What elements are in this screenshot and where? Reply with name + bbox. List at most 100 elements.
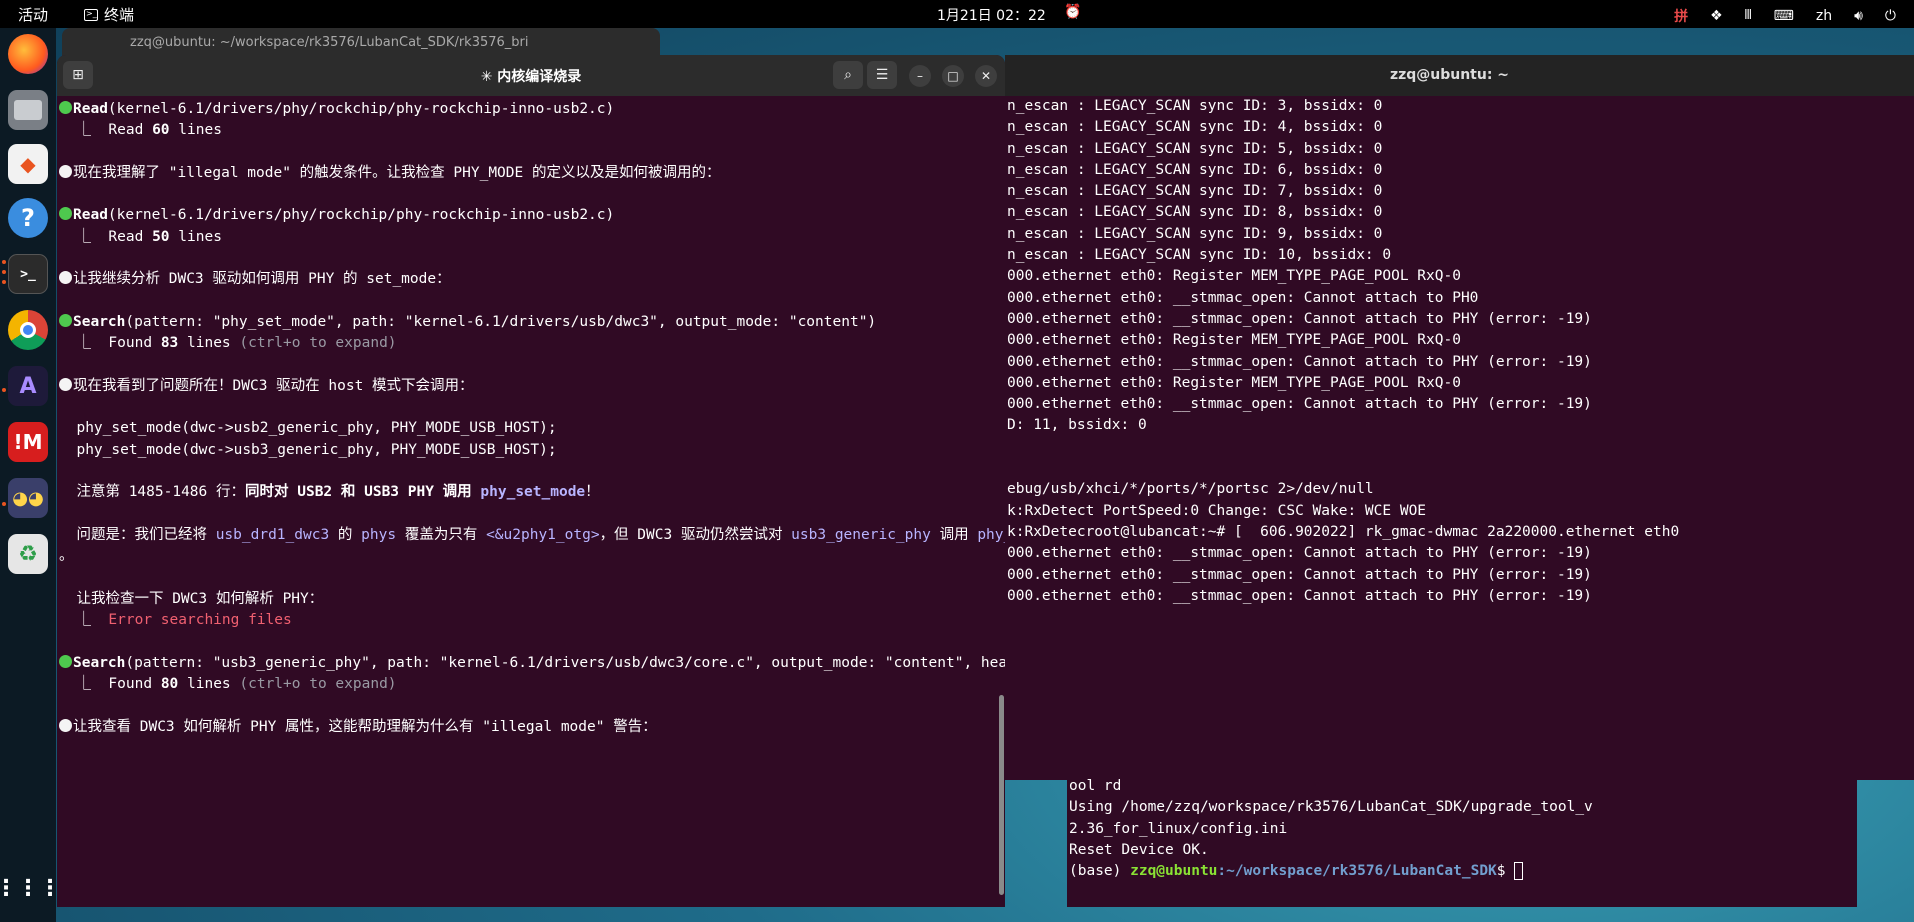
tool-result-line: ⎿ Read 60 lines <box>57 120 1005 141</box>
inline-code: usb_drd1_dwc3 <box>215 526 330 543</box>
status-dot-icon <box>59 207 72 221</box>
scrollbar[interactable] <box>999 695 1004 895</box>
help-icon[interactable]: ? <box>8 198 48 238</box>
line-text: 调用 <box>930 526 978 543</box>
result-prefix: Found <box>108 335 161 352</box>
power-icon[interactable]: ⏻ <box>1885 8 1896 24</box>
tool-args: (pattern: "usb3_generic_phy", path: "ker… <box>125 654 1005 671</box>
tree-connector-icon: ⎿ <box>59 335 109 352</box>
software-icon[interactable]: ◆ <box>8 144 48 184</box>
terminal-line: 000.ethernet eth0: __stmmac_open: Cannot… <box>1007 587 1592 604</box>
top-panel: 活动 >_ 终端 1月21日 02：22 ⏰ 拼 ❖ 𝍫 ⌨ zh 🔊︎ ⏻ <box>0 0 1914 28</box>
volume-icon[interactable]: 🔊︎ <box>1854 8 1863 24</box>
alarm-icon: ⏰ <box>1064 4 1082 20</box>
clock[interactable]: 1月21日 02：22 <box>937 5 1046 25</box>
main-terminal-window[interactable]: ⊞ ✳ 内核编译烧录 ⌕ ☰ – □ ✕ Read(kernel-6.1/dri… <box>57 55 1005 907</box>
expand-hint: (ctrl+o to expand) <box>239 676 397 693</box>
dock: ◆ ? >_ A !M ◕◕ ♻ ⋮⋮⋮ <box>0 28 61 922</box>
right-terminal-window[interactable]: zzq@ubuntu: ~ n_escan : LEGACY_SCAN sync… <box>1005 55 1914 780</box>
chrome-icon[interactable] <box>8 310 48 350</box>
window-titlebar[interactable]: ⊞ ✳ 内核编译烧录 ⌕ ☰ – □ ✕ <box>57 55 1005 96</box>
tray-keyboard-icon[interactable]: ⌨ <box>1774 8 1794 24</box>
inline-code: usb3_generic_phy <box>791 526 931 543</box>
text-line: 让我检查一下 DWC3 如何解析 PHY： <box>57 589 1005 610</box>
menu-button[interactable]: ☰ <box>867 61 897 89</box>
terminal-line: n_escan : LEGACY_SCAN sync ID: 10, bssid… <box>1007 247 1392 264</box>
terminal-line: 000.ethernet eth0: Register MEM_TYPE_PAG… <box>1007 332 1461 349</box>
small-terminal-window[interactable]: ool rd Using /home/zzq/workspace/rk3576/L… <box>1067 776 1857 907</box>
terminal-icon[interactable]: >_ <box>8 254 48 294</box>
system-tray[interactable]: 拼 ❖ 𝍫 ⌨ zh 🔊︎ ⏻ <box>1674 4 1896 28</box>
background-terminal-window[interactable]: zzq@ubuntu: ~/workspace/rk3576/LubanCat_… <box>62 28 660 58</box>
line-text: 覆盖为只有 <box>396 526 487 543</box>
result-suffix: lines <box>178 676 240 693</box>
input-method-indicator[interactable]: 拼 <box>1674 6 1688 26</box>
tool-name: Read <box>73 207 108 224</box>
terminal-line: 2.36_for_linux/config.ini <box>1069 820 1288 837</box>
tree-connector-icon: ⎿ <box>59 612 109 629</box>
terminal-line: 000.ethernet eth0: __stmmac_open: Cannot… <box>1007 566 1592 583</box>
prompt-symbol: $ <box>1496 863 1515 880</box>
status-dot-icon <box>59 654 72 668</box>
close-button[interactable]: ✕ <box>975 65 997 87</box>
message-text: 让我继续分析 DWC3 驱动如何调用 PHY 的 set_mode： <box>73 271 451 288</box>
tool-result-line: ⎿ Read 50 lines <box>57 227 1005 248</box>
language-indicator[interactable]: zh <box>1816 8 1832 24</box>
tree-connector-icon: ⎿ <box>59 228 109 245</box>
tool-result-line: ⎿ Found 80 lines (ctrl+o to expand) <box>57 674 1005 695</box>
tray-bars-icon[interactable]: 𝍫 <box>1745 4 1752 28</box>
terminal-line: n_escan : LEGACY_SCAN sync ID: 5, bssidx… <box>1007 140 1383 157</box>
error-text: Error searching files <box>108 612 292 629</box>
tray-app-icon[interactable]: ❖ <box>1710 8 1723 24</box>
search-icon: ⌕ <box>844 67 852 83</box>
trash-icon[interactable]: ♻ <box>8 534 48 574</box>
app-grid-icon[interactable]: ⋮⋮⋮ <box>0 868 61 908</box>
terminal-line: n_escan : LEGACY_SCAN sync ID: 6, bssidx… <box>1007 161 1383 178</box>
search-button[interactable]: ⌕ <box>833 61 863 89</box>
activities-button[interactable]: 活动 <box>18 4 48 25</box>
result-count: 80 <box>160 676 179 693</box>
minimize-button[interactable]: – <box>909 65 931 87</box>
message-dot-icon <box>59 164 72 178</box>
cat-app-icon[interactable]: ◕◕ <box>8 478 48 518</box>
message-text: 现在我理解了 "illegal mode" 的触发条件。让我检查 PHY_MOD… <box>73 164 721 181</box>
inline-code: <&u2phy1_otg> <box>486 526 600 543</box>
files-icon[interactable] <box>8 90 48 130</box>
result-count: 83 <box>160 335 179 352</box>
tool-call-line: Search(pattern: "phy_set_mode", path: "k… <box>57 312 1005 333</box>
terminal-line: n_escan : LEGACY_SCAN sync ID: 7, bssidx… <box>1007 183 1383 200</box>
close-icon: ✕ <box>980 69 992 83</box>
line-text: 。 <box>59 548 74 565</box>
terminal-line: n_escan : LEGACY_SCAN sync ID: 9, bssidx… <box>1007 225 1383 242</box>
maximize-icon: □ <box>947 69 959 83</box>
terminal-line: 000.ethernet eth0: __stmmac_open: Cannot… <box>1007 396 1592 413</box>
line-text: ，但 DWC3 驱动仍然尝试对 <box>599 526 792 543</box>
app-icon[interactable]: !M <box>8 422 48 462</box>
assistant-message: 现在我理解了 "illegal mode" 的触发条件。让我检查 PHY_MOD… <box>57 163 1005 184</box>
tree-connector-icon: ⎿ <box>59 122 109 139</box>
firefox-icon[interactable] <box>8 34 48 74</box>
result-prefix: Found <box>108 676 161 693</box>
assistant-message: 让我继续分析 DWC3 驱动如何调用 PHY 的 set_mode： <box>57 269 1005 290</box>
tool-call-line: Search(pattern: "usb3_generic_phy", path… <box>57 653 1005 674</box>
terminal-line: n_escan : LEGACY_SCAN sync ID: 4, bssidx… <box>1007 119 1383 136</box>
background-window-title: zzq@ubuntu: ~/workspace/rk3576/LubanCat_… <box>130 35 529 50</box>
small-terminal-output: ool rd Using /home/zzq/workspace/rk3576/L… <box>1067 776 1857 861</box>
app-icon[interactable]: A <box>8 366 48 406</box>
error-line: ⎿ Error searching files <box>57 610 1005 631</box>
shell-prompt[interactable]: (base) zzq@ubuntu:~/workspace/rk3576/Lub… <box>1067 861 1857 882</box>
app-menu[interactable]: >_ 终端 <box>84 4 134 25</box>
problem-line: 问题是：我们已经将 usb_drd1_dwc3 的 phys 覆盖为只有 <&u… <box>57 525 1005 546</box>
tool-args: (pattern: "phy_set_mode", path: "kernel-… <box>125 313 877 330</box>
terminal-line: 000.ethernet eth0: __stmmac_open: Cannot… <box>1007 353 1592 370</box>
line-text: 让我检查一下 DWC3 如何解析 PHY： <box>59 590 324 607</box>
terminal-line: 000.ethernet eth0: __stmmac_open: Cannot… <box>1007 310 1592 327</box>
maximize-button[interactable]: □ <box>942 65 964 87</box>
desktop: 活动 >_ 终端 1月21日 02：22 ⏰ 拼 ❖ 𝍫 ⌨ zh 🔊︎ ⏻ ◆… <box>0 0 1914 922</box>
inline-code: phy_set_mode <box>480 484 586 501</box>
